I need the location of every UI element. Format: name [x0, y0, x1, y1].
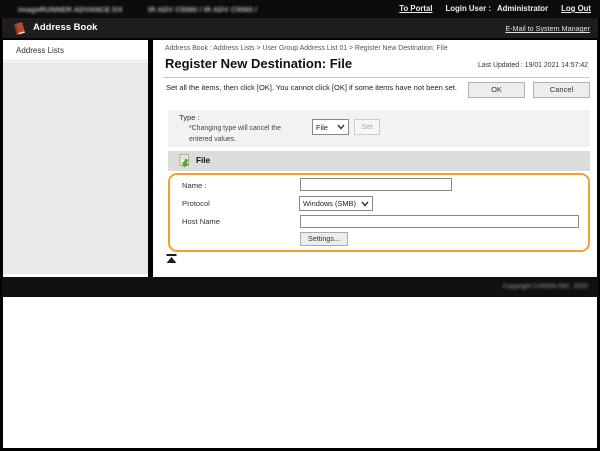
settings-button[interactable]: Settings... — [300, 232, 348, 246]
host-name-label: Host Name — [182, 217, 220, 226]
topbar-links: To Portal Login User : Administrator Log… — [399, 4, 591, 13]
log-out-link[interactable]: Log Out — [561, 4, 591, 13]
footer-bar: Copyright CANON INC. 2020 — [2, 277, 598, 297]
device-model-text: imageRUNNER ADVANCE DX — [18, 5, 123, 14]
login-user-name: Administrator — [497, 4, 548, 13]
scroll-to-top-icon[interactable] — [166, 254, 177, 263]
file-destination-icon — [176, 153, 192, 169]
cancel-button[interactable]: Cancel — [533, 82, 590, 98]
file-section-header: File — [168, 151, 590, 171]
last-updated-text: Last Updated : 19/01 2021 14:57:42 — [478, 62, 588, 69]
remote-ui-page: imageRUNNER ADVANCE DX iR ADV C5560 / iR… — [0, 0, 600, 451]
sidebar-item-address-lists[interactable]: Address Lists — [3, 40, 148, 61]
set-button[interactable]: Set — [354, 119, 380, 135]
name-label: Name : — [182, 181, 206, 190]
login-user-label: Login User : — [446, 4, 491, 13]
page-title: Register New Destination: File — [165, 56, 352, 71]
title-divider — [163, 77, 590, 78]
app-header: Address Book E-Mail to System Manager — [2, 18, 598, 38]
blank-area — [3, 297, 597, 448]
protocol-select-value: Windows (SMB) — [303, 199, 356, 208]
main-panel: Address Book : Address Lists > User Grou… — [153, 40, 597, 277]
chevron-down-icon — [361, 201, 369, 207]
top-bar: imageRUNNER ADVANCE DX iR ADV C5560 / iR… — [0, 0, 600, 18]
chevron-down-icon — [337, 124, 345, 130]
protocol-label: Protocol — [182, 199, 210, 208]
instruction-text: Set all the items, then click [OK]. You … — [166, 82, 466, 94]
type-label: Type : — [179, 113, 200, 122]
type-select-value: File — [316, 123, 328, 132]
file-fields-group: Name : Protocol Windows (SMB) Host Name … — [168, 173, 590, 252]
protocol-select[interactable]: Windows (SMB) — [299, 196, 373, 211]
email-system-manager-link[interactable]: E-Mail to System Manager — [505, 24, 590, 33]
type-select[interactable]: File — [312, 119, 349, 135]
copyright-text: Copyright CANON INC. 2020 — [503, 283, 588, 290]
name-input[interactable] — [300, 178, 452, 191]
login-user-group: Login User : Administrator — [446, 4, 549, 13]
type-note: *Changing type will cancel the entered v… — [189, 123, 301, 145]
app-title: Address Book — [33, 18, 97, 38]
file-section-title: File — [196, 151, 210, 171]
breadcrumb[interactable]: Address Book : Address Lists > User Grou… — [165, 45, 448, 52]
sidebar: Address Lists — [3, 40, 148, 277]
address-book-icon — [12, 21, 27, 36]
type-section: Type : *Changing type will cancel the en… — [168, 110, 590, 147]
device-name-text: iR ADV C5560 / iR ADV C5560 / — [148, 5, 257, 14]
ok-button[interactable]: OK — [468, 82, 525, 98]
to-portal-link[interactable]: To Portal — [399, 4, 432, 13]
host-name-input[interactable] — [300, 215, 579, 228]
sidebar-background — [3, 62, 148, 274]
